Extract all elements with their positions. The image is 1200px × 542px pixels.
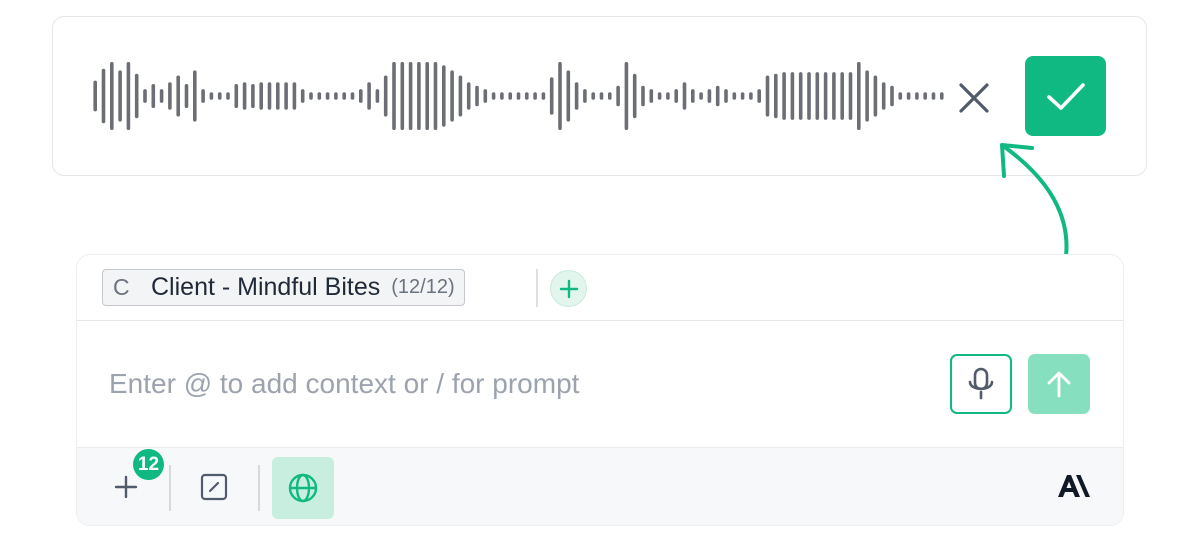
close-icon (959, 83, 989, 113)
prompt-input[interactable] (109, 361, 929, 407)
check-icon (1046, 83, 1085, 110)
count-badge: 12 (133, 449, 164, 480)
cancel-recording-button[interactable] (951, 75, 997, 121)
toolbar-divider (169, 465, 171, 511)
plus-icon (114, 475, 138, 499)
web-search-toggle[interactable] (272, 457, 334, 519)
microphone-icon (968, 367, 994, 400)
divider (536, 269, 538, 307)
chat-composer: C Client - Mindful Bites (12/12) Enter @… (76, 254, 1124, 526)
arrow-up-icon (1047, 371, 1071, 398)
confirm-recording-button[interactable] (1025, 56, 1106, 136)
toolbar-divider (258, 465, 260, 511)
input-row (77, 321, 1123, 447)
chip-count: (12/12) (391, 276, 455, 298)
microphone-button[interactable] (950, 354, 1012, 414)
anthropic-logo-icon (1058, 475, 1090, 497)
context-chip[interactable]: C Client - Mindful Bites (12/12) (102, 269, 465, 306)
send-button[interactable] (1028, 354, 1090, 414)
composer-toolbar: 12 (77, 447, 1123, 525)
globe-icon (288, 473, 318, 503)
edit-button[interactable] (197, 470, 231, 504)
audio-waveform (93, 62, 944, 130)
voice-recorder-panel (52, 16, 1147, 176)
plus-circle-icon (559, 279, 578, 298)
chip-name: Client - Mindful Bites (151, 273, 381, 301)
chip-letter: C (113, 274, 130, 300)
context-row: C Client - Mindful Bites (12/12) (77, 255, 1123, 321)
add-context-button[interactable] (550, 270, 587, 307)
edit-square-icon (200, 473, 228, 501)
